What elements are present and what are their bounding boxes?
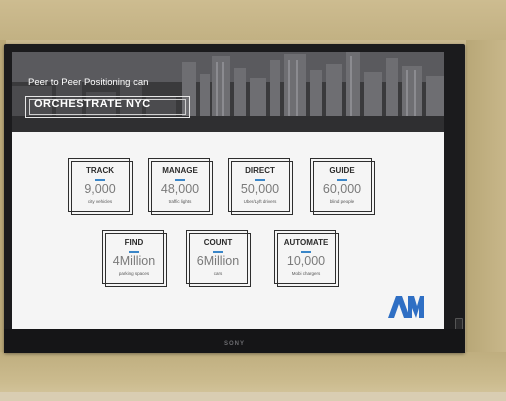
accent-dash: [129, 251, 139, 253]
stat-label: GUIDE: [329, 166, 355, 175]
stat-label: COUNT: [203, 238, 233, 247]
tv-screen: Peer to Peer Positioning can ORCHESTRATE…: [12, 52, 444, 330]
stat-label: MANAGE: [162, 166, 198, 175]
banner-title: ORCHESTRATE NYC: [34, 98, 151, 110]
stat-card-count: COUNT 6Million cars: [186, 230, 251, 287]
accent-dash: [301, 251, 311, 253]
stat-caption: traffic lights: [168, 199, 192, 204]
skyline-photo: [12, 52, 444, 132]
stat-card-manage: MANAGE 48,000 traffic lights: [148, 158, 213, 215]
stat-value: 9,000: [84, 182, 116, 196]
tv-brand-label: SONY: [223, 341, 245, 347]
stat-caption: Mobi chargers: [291, 271, 321, 276]
wall-right: [466, 40, 506, 352]
stat-value: 50,000: [240, 182, 280, 196]
stat-card-direct: DIRECT 50,000 Uber/Lyft drivers: [228, 158, 293, 215]
accent-dash: [213, 251, 223, 253]
television: Peer to Peer Positioning can ORCHESTRATE…: [4, 44, 465, 353]
accent-dash: [95, 179, 105, 181]
stat-caption: blind people: [329, 199, 355, 204]
stat-label: FIND: [124, 238, 144, 247]
stat-caption: city vehicles: [87, 199, 113, 204]
shelf-edge: [0, 392, 506, 401]
stat-label: TRACK: [86, 166, 114, 175]
accent-dash: [255, 179, 265, 181]
stat-caption: parking spaces: [118, 271, 150, 276]
stat-card-guide: GUIDE 60,000 blind people: [310, 158, 375, 215]
stat-caption: Uber/Lyft drivers: [243, 199, 277, 204]
stat-label: AUTOMATE: [283, 238, 329, 247]
stat-value: 6Million: [196, 254, 240, 268]
stat-value: 60,000: [322, 182, 362, 196]
city-banner: Peer to Peer Positioning can ORCHESTRATE…: [12, 52, 444, 132]
wall-top: [0, 0, 506, 40]
stat-card-automate: AUTOMATE 10,000 Mobi chargers: [274, 230, 339, 287]
stat-caption: cars: [213, 271, 223, 276]
stat-value: 4Million: [112, 254, 156, 268]
accent-dash: [175, 179, 185, 181]
stat-card-find: FIND 4Million parking spaces: [102, 230, 167, 287]
accent-dash: [337, 179, 347, 181]
stat-value: 10,000: [286, 254, 326, 268]
stat-label: DIRECT: [245, 166, 275, 175]
stat-value: 48,000: [160, 182, 200, 196]
banner-tagline: Peer to Peer Positioning can: [28, 77, 149, 88]
stat-card-track: TRACK 9,000 city vehicles: [68, 158, 133, 215]
am-logo: [388, 296, 424, 318]
